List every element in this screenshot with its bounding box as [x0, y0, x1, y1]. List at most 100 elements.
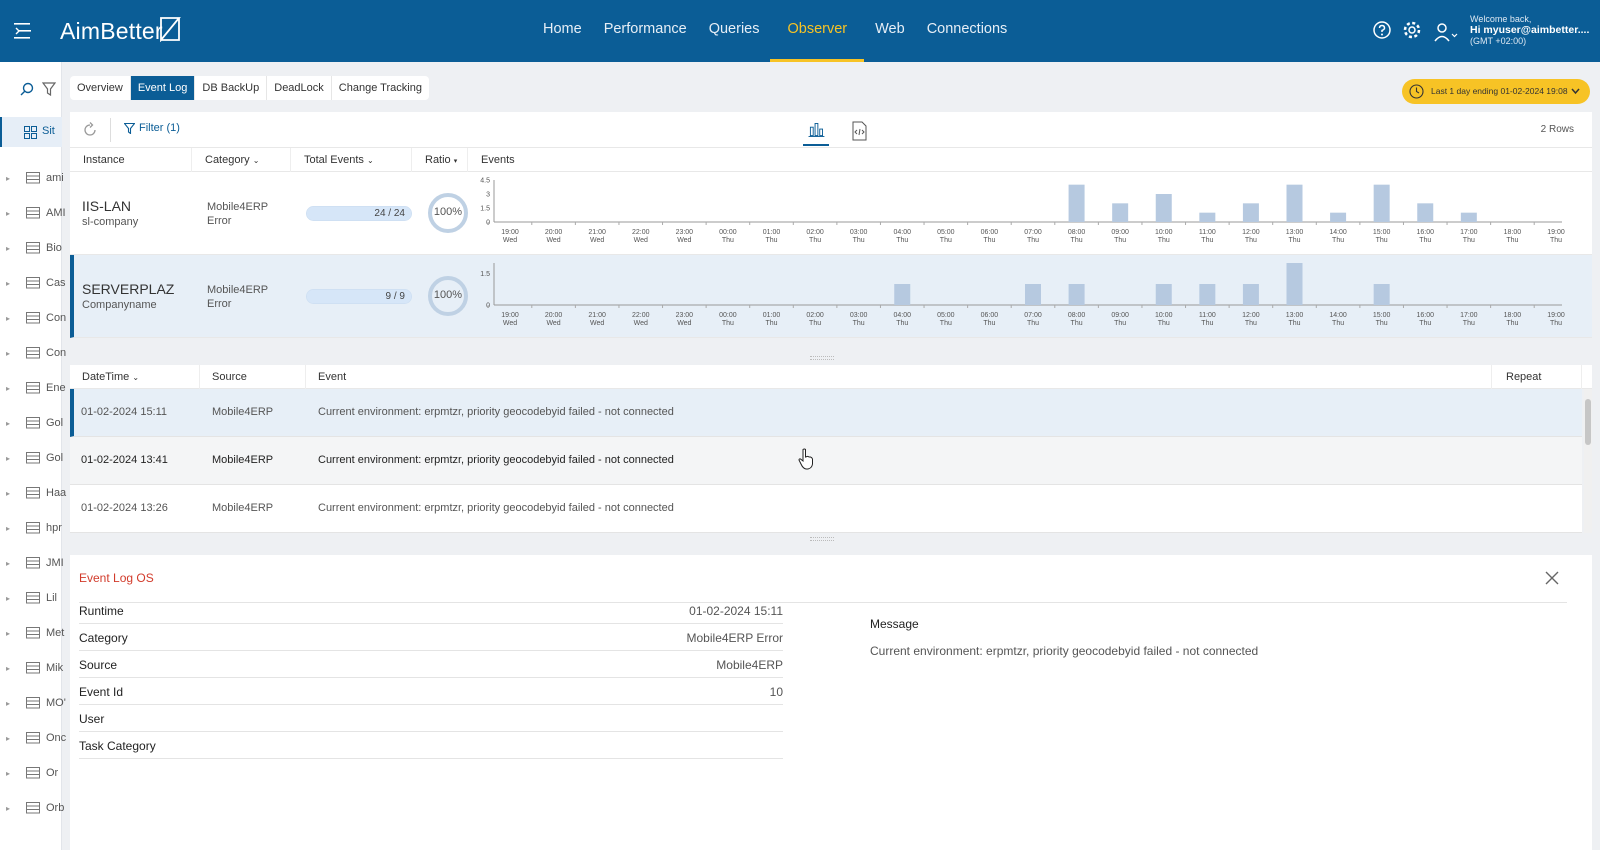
col-event[interactable]: Event: [306, 365, 1492, 389]
tab-overview[interactable]: Overview: [70, 76, 131, 100]
refresh-icon[interactable]: [82, 122, 98, 138]
instance-row[interactable]: IIS-LAN sl-company Mobile4ERP Error 24 / …: [70, 172, 1592, 255]
caret-right-icon[interactable]: ▸: [6, 664, 16, 673]
nav-home[interactable]: Home: [532, 0, 593, 62]
caret-right-icon[interactable]: ▸: [6, 244, 16, 253]
caret-right-icon[interactable]: ▸: [6, 559, 16, 568]
caret-right-icon[interactable]: ▸: [6, 524, 16, 533]
app-logo[interactable]: AimBetter: [60, 18, 163, 45]
x-tick-label: 11:00: [1199, 312, 1216, 319]
event-row[interactable]: 01-02-2024 13:41 Mobile4ERP Current envi…: [70, 437, 1582, 485]
col-instance[interactable]: Instance: [70, 148, 192, 172]
event-bar: [1330, 212, 1347, 222]
caret-right-icon[interactable]: ▸: [6, 699, 16, 708]
filter-button[interactable]: Filter (1): [124, 122, 180, 134]
col-category[interactable]: Category ⌄: [192, 148, 291, 172]
sidebar-server-item[interactable]: ▸ Bio: [6, 238, 62, 258]
events-scrollbar-thumb[interactable]: [1585, 399, 1591, 445]
server-icon: [26, 417, 40, 429]
x-tick-label: 07:00: [1024, 312, 1042, 319]
chevron-down-icon: ⌄: [366, 156, 374, 165]
sidebar-server-item[interactable]: ▸ AMI: [6, 203, 66, 223]
x-tick-label: 20:00: [545, 229, 563, 236]
bar-chart-view-icon[interactable]: [803, 116, 829, 146]
search-icon[interactable]: [20, 82, 34, 96]
caret-right-icon[interactable]: ▸: [6, 349, 16, 358]
instance-name: IIS-LAN: [82, 198, 132, 214]
x-tick-label: 03:00: [850, 229, 868, 236]
x-tick-label: Thu: [896, 237, 908, 244]
caret-right-icon[interactable]: ▸: [6, 454, 16, 463]
tab-event-log[interactable]: Event Log: [130, 76, 196, 100]
filter-icon[interactable]: [42, 82, 56, 96]
sidebar-server-item[interactable]: ▸ Or: [6, 763, 58, 783]
sidebar-server-item[interactable]: ▸ Cas: [6, 273, 66, 293]
caret-right-icon[interactable]: ▸: [6, 769, 16, 778]
tab-db-backup[interactable]: DB BackUp: [195, 76, 268, 100]
caret-right-icon[interactable]: ▸: [6, 209, 16, 218]
col-total-events[interactable]: Total Events ⌄: [291, 148, 412, 172]
sidebar-server-item[interactable]: ▸ Lil: [6, 588, 57, 608]
event-bar: [1199, 212, 1216, 222]
col-repeat[interactable]: Repeat: [1492, 365, 1582, 389]
event-row[interactable]: 01-02-2024 15:11 Mobile4ERP Current envi…: [70, 389, 1582, 437]
sidebar-item-sites[interactable]: Sit: [0, 117, 62, 147]
sidebar-server-item[interactable]: ▸ Con: [6, 343, 66, 363]
sidebar-server-item[interactable]: ▸ JMI: [6, 553, 64, 573]
caret-right-icon[interactable]: ▸: [6, 629, 16, 638]
x-tick-label: 02:00: [806, 312, 824, 319]
sidebar-server-item[interactable]: ▸ Gol: [6, 413, 63, 433]
sidebar-server-item[interactable]: ▸ Haa: [6, 483, 66, 503]
caret-right-icon[interactable]: ▸: [6, 419, 16, 428]
event-bar: [1155, 284, 1172, 305]
sidebar-server-item[interactable]: ▸ Orb: [6, 798, 64, 818]
nav-observer[interactable]: Observer: [770, 0, 864, 62]
user-info[interactable]: Welcome back, Hi myuser@aimbetter.... (G…: [1470, 14, 1589, 47]
col-source[interactable]: Source: [200, 365, 306, 389]
instance-row[interactable]: SERVERPLAZ Companyname Mobile4ERP Error 9…: [70, 255, 1592, 338]
caret-right-icon[interactable]: ▸: [6, 804, 16, 813]
x-tick-label: 00:00: [719, 312, 737, 319]
user-icon[interactable]: [1434, 22, 1458, 42]
menu-collapse-icon[interactable]: [14, 22, 36, 40]
splitter-handle[interactable]: [70, 533, 1592, 545]
col-datetime[interactable]: DateTime ⌄: [70, 365, 200, 389]
code-file-icon[interactable]: [846, 116, 872, 146]
col-ratio[interactable]: Ratio ▾: [412, 148, 468, 172]
x-tick-label: 05:00: [937, 312, 955, 319]
caret-right-icon[interactable]: ▸: [6, 594, 16, 603]
sidebar-server-item[interactable]: ▸ hpr: [6, 518, 62, 538]
tab-deadlock[interactable]: DeadLock: [267, 76, 332, 100]
close-icon[interactable]: [1544, 570, 1560, 586]
sidebar-server-item[interactable]: ▸ Ene: [6, 378, 66, 398]
x-tick-label: Thu: [765, 320, 777, 327]
x-tick-label: 10:00: [1155, 229, 1173, 236]
sidebar-server-item[interactable]: ▸ MO': [6, 693, 66, 713]
nav-web[interactable]: Web: [864, 0, 916, 62]
sidebar-server-item[interactable]: ▸ Con: [6, 308, 66, 328]
caret-right-icon[interactable]: ▸: [6, 279, 16, 288]
caret-right-icon[interactable]: ▸: [6, 314, 16, 323]
date-range-picker[interactable]: Last 1 day ending 01-02-2024 19:08: [1402, 79, 1590, 104]
event-row[interactable]: 01-02-2024 13:26 Mobile4ERP Current envi…: [70, 485, 1582, 533]
instance-company: Companyname: [82, 299, 157, 311]
sidebar-server-item[interactable]: ▸ ami: [6, 168, 64, 188]
sidebar-server-item[interactable]: ▸ Mik: [6, 658, 63, 678]
filter-icon: [124, 122, 135, 134]
help-icon[interactable]: [1372, 20, 1392, 40]
nav-connections[interactable]: Connections: [916, 0, 1019, 62]
caret-right-icon[interactable]: ▸: [6, 734, 16, 743]
sidebar-server-item[interactable]: ▸ Met: [6, 623, 64, 643]
sidebar-server-item[interactable]: ▸ Onc: [6, 728, 66, 748]
caret-right-icon[interactable]: ▸: [6, 384, 16, 393]
tab-change-tracking[interactable]: Change Tracking: [332, 76, 429, 100]
caret-right-icon[interactable]: ▸: [6, 489, 16, 498]
sidebar-server-item[interactable]: ▸ Gol: [6, 448, 63, 468]
gear-icon[interactable]: [1402, 20, 1422, 40]
nav-queries[interactable]: Queries: [698, 0, 771, 62]
x-tick-label: 21:00: [588, 312, 606, 319]
caret-right-icon[interactable]: ▸: [6, 174, 16, 183]
x-tick-label: 11:00: [1199, 229, 1216, 236]
splitter-handle[interactable]: [70, 352, 1592, 364]
nav-performance[interactable]: Performance: [593, 0, 698, 62]
